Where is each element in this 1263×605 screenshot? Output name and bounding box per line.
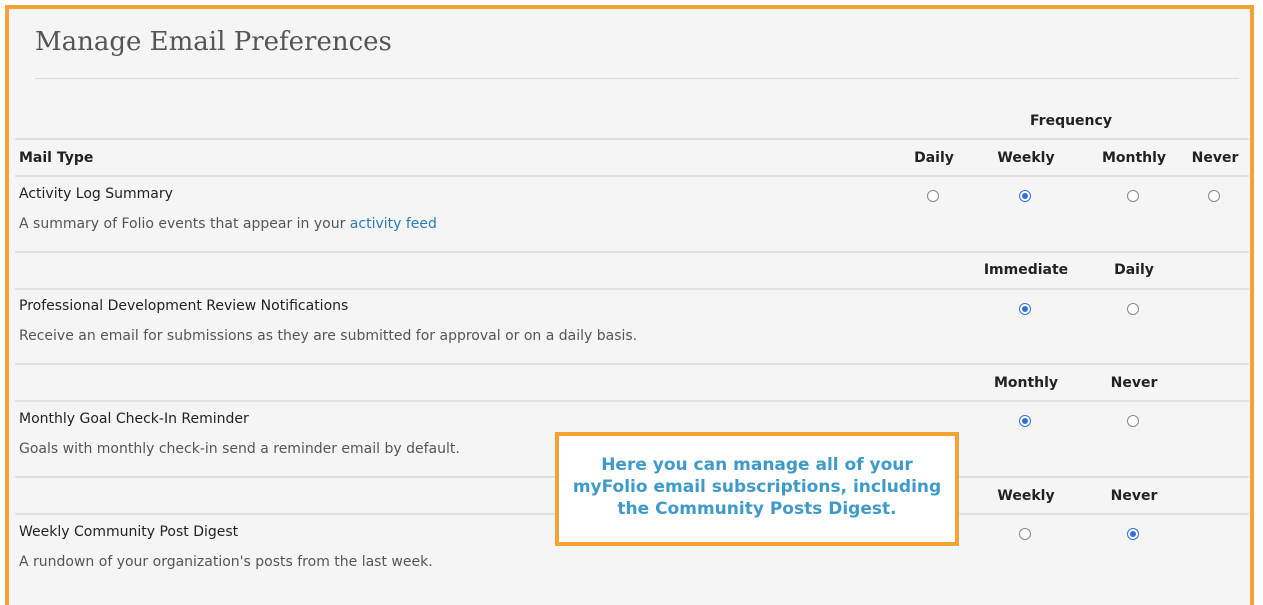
column-header-monthly: Monthly <box>1101 150 1167 166</box>
divider <box>15 400 1249 402</box>
divider <box>15 251 1249 253</box>
mail-type-weekly-community-digest: Weekly Community Post Digest <box>19 524 239 540</box>
divider <box>15 138 1249 140</box>
radio-pd-review-daily[interactable] <box>1127 303 1139 315</box>
mail-type-description: Receive an email for submissions as they… <box>19 328 638 344</box>
radio-activity-log-monthly[interactable] <box>1127 190 1139 202</box>
title-divider <box>35 78 1239 79</box>
frequency-group-header: Frequency <box>1030 113 1112 129</box>
activity-feed-link[interactable]: activity feed <box>350 216 437 232</box>
radio-community-digest-weekly[interactable] <box>1019 528 1031 540</box>
column-header-weekly: Weekly <box>997 488 1055 504</box>
radio-goal-reminder-monthly[interactable] <box>1019 415 1031 427</box>
mail-type-description: A summary of Folio events that appear in… <box>19 216 437 232</box>
radio-activity-log-weekly[interactable] <box>1019 190 1031 202</box>
column-header-monthly: Monthly <box>993 375 1059 391</box>
mail-type-description: A rundown of your organization's posts f… <box>19 554 433 570</box>
page-title: Manage Email Preferences <box>35 27 392 57</box>
mail-type-description: Goals with monthly check-in send a remin… <box>19 441 460 457</box>
mail-type-header: Mail Type <box>19 150 94 166</box>
divider <box>15 363 1249 365</box>
column-header-weekly: Weekly <box>997 150 1055 166</box>
column-header-daily: Daily <box>914 150 954 166</box>
mail-type-activity-log-summary: Activity Log Summary <box>19 186 173 202</box>
radio-community-digest-never[interactable] <box>1127 528 1139 540</box>
annotation-callout: Here you can manage all of your myFolio … <box>555 432 959 546</box>
callout-line: the Community Posts Digest. <box>617 499 897 519</box>
column-header-never: Never <box>1191 150 1239 166</box>
column-header-never: Never <box>1110 375 1158 391</box>
divider <box>15 175 1249 177</box>
mail-type-monthly-goal-reminder: Monthly Goal Check-In Reminder <box>19 411 249 427</box>
divider <box>15 288 1249 290</box>
column-header-immediate: Immediate <box>983 262 1069 278</box>
radio-activity-log-never[interactable] <box>1208 190 1220 202</box>
callout-line: myFolio email subscriptions, including <box>572 477 942 497</box>
callout-line: Here you can manage all of your <box>601 455 913 475</box>
radio-goal-reminder-never[interactable] <box>1127 415 1139 427</box>
radio-pd-review-immediate[interactable] <box>1019 303 1031 315</box>
radio-activity-log-daily[interactable] <box>927 190 939 202</box>
column-header-daily: Daily <box>1114 262 1154 278</box>
mail-type-pd-review-notifications: Professional Development Review Notifica… <box>19 298 349 314</box>
column-header-never: Never <box>1110 488 1158 504</box>
